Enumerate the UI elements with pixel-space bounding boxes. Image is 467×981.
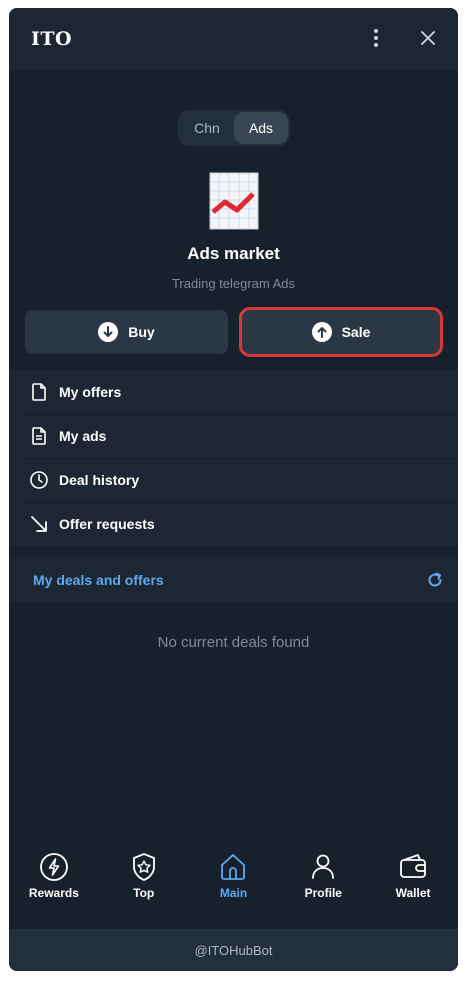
market-subtitle: Trading telegram Ads <box>171 276 296 291</box>
tab-label: Rewards <box>28 886 79 900</box>
deals-title: My deals and offers <box>33 572 164 588</box>
menu-item-label: Offer requests <box>59 516 155 532</box>
user-icon <box>312 854 335 879</box>
buy-label: Buy <box>128 324 155 340</box>
app-title: ITO <box>31 28 73 50</box>
more-menu-button[interactable] <box>364 26 388 50</box>
tab-profile[interactable]: Profile <box>278 840 368 910</box>
menu-item-label: My offers <box>59 384 122 400</box>
menu-item-deal-history[interactable]: Deal history <box>9 458 458 502</box>
tab-wallet[interactable]: Wallet <box>368 840 458 910</box>
star-badge-icon <box>132 853 155 881</box>
tab-main[interactable]: Main <box>189 840 279 910</box>
chart-increasing-icon <box>209 172 259 230</box>
menu-item-my-offers[interactable]: My offers <box>9 370 458 414</box>
tab-label: Main <box>219 886 248 900</box>
tab-label: Top <box>133 886 155 900</box>
market-menu: My offers My ads Deal history Offer requ… <box>9 370 458 546</box>
menu-item-offer-requests[interactable]: Offer requests <box>9 502 458 546</box>
tab-label: Wallet <box>395 886 431 900</box>
tab-top[interactable]: Top <box>99 840 189 910</box>
clock-icon <box>30 471 48 489</box>
deals-section-header: My deals and offers <box>9 557 458 603</box>
tab-label: Profile <box>304 886 342 900</box>
divider <box>9 603 458 604</box>
arrow-up-circle-icon <box>311 322 332 342</box>
mini-app-window: ITO Chn Ads Ads market Trading telegram … <box>9 8 458 971</box>
document-icon <box>32 427 46 445</box>
file-icon <box>32 383 46 401</box>
tab-rewards[interactable]: Rewards <box>9 840 99 910</box>
refresh-icon[interactable] <box>426 571 444 589</box>
close-icon <box>421 31 435 45</box>
close-button[interactable] <box>416 26 440 50</box>
segment-chn[interactable]: Chn <box>180 112 234 144</box>
bottom-tab-bar: Rewards Top Main Profile Wallet <box>9 840 458 910</box>
bot-footer: @ITOHubBot <box>9 929 458 971</box>
chn-ads-switch: Chn Ads <box>178 110 290 146</box>
bot-handle: @ITOHubBot <box>194 942 273 958</box>
sale-label: Sale <box>341 324 371 340</box>
wallet-icon <box>400 854 426 878</box>
title-bar: ITO <box>9 8 458 70</box>
lightning-icon <box>39 853 68 881</box>
arrow-down-circle-icon <box>98 322 119 342</box>
sale-button[interactable]: Sale <box>239 307 443 357</box>
market-title: Ads market <box>187 244 280 263</box>
main-content: Chn Ads Ads market Trading telegram Ads … <box>9 70 458 878</box>
menu-item-my-ads[interactable]: My ads <box>9 414 458 458</box>
menu-item-label: Deal history <box>59 472 140 488</box>
empty-state-text: No current deals found <box>157 634 310 651</box>
arrow-down-right-icon <box>31 516 47 532</box>
home-icon <box>221 854 246 880</box>
segment-ads[interactable]: Ads <box>234 112 288 144</box>
buy-button[interactable]: Buy <box>25 310 228 354</box>
vertical-dots-icon <box>374 29 378 47</box>
menu-item-label: My ads <box>59 428 107 444</box>
